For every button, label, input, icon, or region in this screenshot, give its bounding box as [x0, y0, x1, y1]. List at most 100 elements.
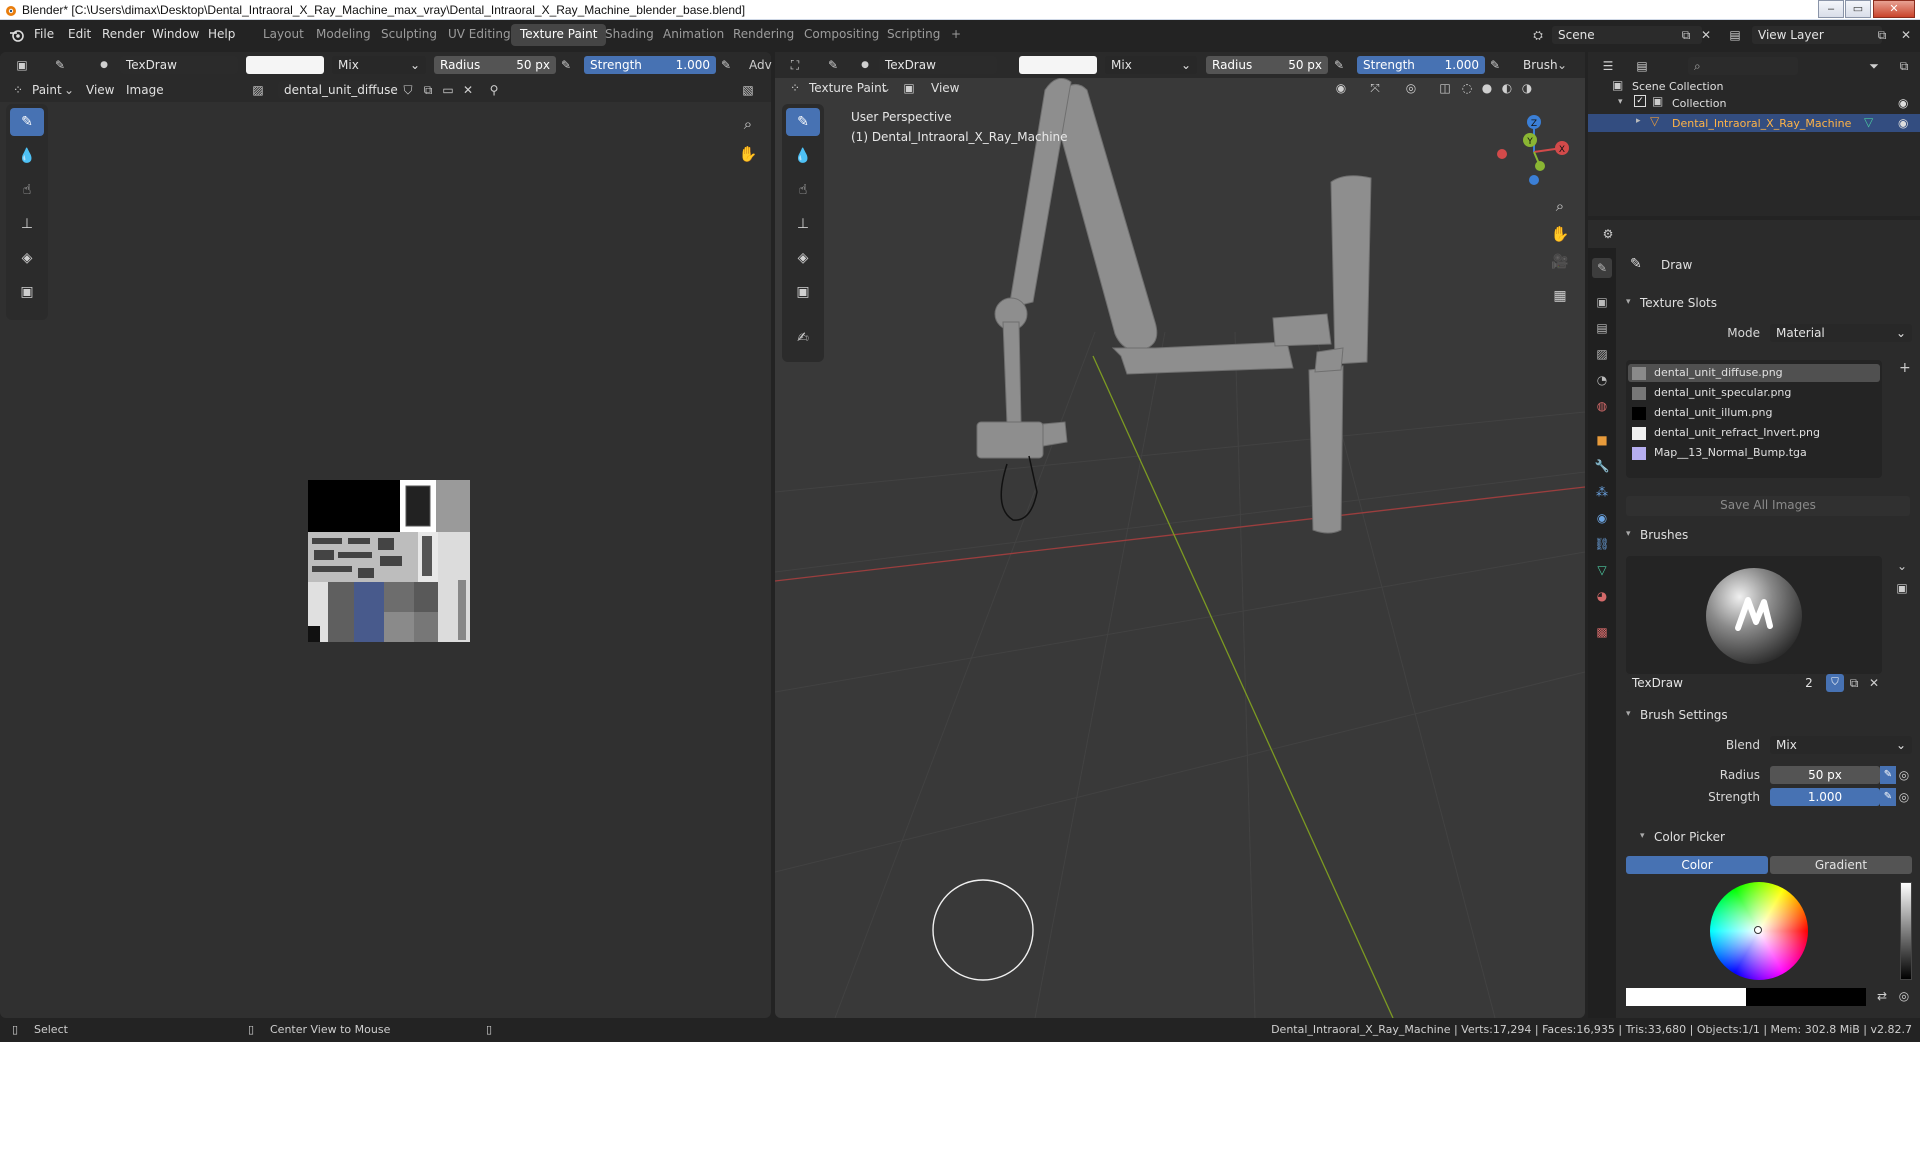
new-collection-icon[interactable]: ⧉ — [1894, 56, 1914, 76]
tab-world-icon[interactable]: ◍ — [1592, 396, 1612, 416]
color-wheel-cursor[interactable] — [1754, 926, 1762, 934]
tab-texture-paint[interactable]: Texture Paint — [511, 24, 607, 46]
properties-editor-icon[interactable]: ⚙ — [1598, 224, 1618, 244]
menu-view-3d[interactable]: View — [931, 81, 959, 95]
new-scene-icon[interactable]: ⧉ — [1676, 25, 1696, 45]
add-texture-slot-icon[interactable]: + — [1899, 360, 1911, 376]
menu-edit[interactable]: Edit — [68, 27, 91, 41]
tab-output-icon[interactable]: ▤ — [1592, 318, 1612, 338]
paint-mask-icon[interactable]: ▣ — [899, 78, 919, 98]
unlink-image-icon[interactable]: ✕ — [458, 80, 478, 100]
brushes-panel-header[interactable]: ▾ Brushes — [1622, 524, 1916, 548]
view-layer-selector[interactable]: View Layer — [1752, 26, 1882, 44]
texture-slot-item[interactable]: dental_unit_illum.png — [1628, 404, 1880, 422]
tab-layout[interactable]: Layout — [254, 24, 313, 46]
menu-render[interactable]: Render — [102, 27, 145, 41]
object-label[interactable]: Dental_Intraoral_X_Ray_Machine — [1672, 117, 1851, 130]
display-channels-icon[interactable]: ▧ — [738, 80, 758, 100]
scene-icon[interactable]: ⛭ — [1528, 25, 1548, 45]
mask-tool-icon[interactable]: ▣ — [10, 278, 44, 306]
brush-tool-icon[interactable]: ✎ — [50, 55, 70, 75]
texture-image-preview[interactable] — [308, 480, 470, 642]
maximize-button[interactable]: ▭ — [1845, 0, 1871, 18]
new-view-layer-icon[interactable]: ⧉ — [1872, 25, 1892, 45]
mode-dropdown[interactable]: Paint — [32, 83, 62, 97]
collection-checkbox[interactable]: ✓ — [1634, 95, 1646, 107]
tab-object-icon[interactable]: ■ — [1592, 430, 1612, 450]
image-browse-icon[interactable]: ▨ — [248, 80, 268, 100]
smear-3d-tool-icon[interactable]: ☝ — [786, 176, 820, 204]
radius-3d-slider[interactable]: Radius 50 px — [1206, 56, 1328, 74]
brush-image-icon[interactable]: ▣ — [1892, 578, 1912, 598]
xray-toggle-icon[interactable]: ◫ — [1435, 78, 1455, 98]
tab-shading[interactable]: Shading — [596, 24, 663, 46]
minimize-button[interactable]: – — [1818, 0, 1844, 18]
fake-user-icon[interactable]: ⛉ — [398, 80, 418, 100]
brush-color-swatch[interactable] — [246, 56, 324, 74]
tab-sculpting[interactable]: Sculpting — [372, 24, 446, 46]
color-picker-panel-header[interactable]: ▾ Color Picker — [1636, 826, 1920, 850]
save-all-images-button[interactable]: Save All Images — [1626, 496, 1910, 516]
tab-modifiers-icon[interactable]: 🔧 — [1592, 456, 1612, 476]
brush-settings-panel-header[interactable]: ▾ Brush Settings — [1622, 704, 1916, 728]
pan-3d-hand-icon[interactable]: ✋ — [1550, 224, 1570, 244]
strength-pressure-icon[interactable]: ✎ — [716, 55, 736, 75]
tab-tool-icon[interactable]: ✎ — [1592, 258, 1612, 278]
tab-animation[interactable]: Animation — [654, 24, 733, 46]
new-image-icon[interactable]: ⧉ — [418, 80, 438, 100]
menu-file[interactable]: File — [34, 27, 54, 41]
smear-tool-icon[interactable]: ☝ — [10, 176, 44, 204]
pin-icon[interactable]: ⚲ — [484, 80, 504, 100]
strength-3d-slider[interactable]: Strength 1.000 — [1357, 56, 1485, 74]
add-workspace-button[interactable]: + — [942, 24, 970, 46]
tab-scene-icon[interactable]: ◔ — [1592, 370, 1612, 390]
tab-rendering[interactable]: Rendering — [724, 24, 803, 46]
blend-3d-dropdown[interactable]: Mix ⌄ — [1105, 56, 1197, 74]
image-name-field[interactable]: dental_unit_diffuse.p... — [278, 81, 398, 99]
radius-3d-pressure-icon[interactable]: ✎ — [1329, 55, 1349, 75]
editor-type-3d-icon[interactable]: ⛶ — [785, 55, 805, 75]
display-mode-icon[interactable]: ▤ — [1632, 56, 1652, 76]
zoom-icon[interactable]: ⌕ — [738, 114, 758, 134]
navigation-gizmo[interactable]: Z X Y — [1494, 110, 1576, 192]
primary-secondary-color-swatch[interactable] — [1626, 988, 1866, 1006]
object-visibility-icon[interactable]: ◉ — [1331, 78, 1351, 98]
tab-texture-icon[interactable]: ▩ — [1592, 622, 1612, 642]
tab-uv-editing[interactable]: UV Editing — [439, 24, 520, 46]
advanced-menu[interactable]: Adv — [749, 58, 772, 72]
material-shading-icon[interactable]: ◐ — [1497, 78, 1517, 98]
scene-collection-label[interactable]: Scene Collection — [1632, 80, 1723, 93]
tab-constraints-icon[interactable]: ⛓ — [1592, 534, 1612, 554]
wireframe-shading-icon[interactable]: ◌ — [1457, 78, 1477, 98]
view-layer-icon[interactable]: ▤ — [1725, 25, 1745, 45]
tab-view-layer-icon[interactable]: ▨ — [1592, 344, 1612, 364]
open-image-icon[interactable]: ▭ — [438, 80, 458, 100]
brush-tool-3d-icon[interactable]: ✎ — [823, 55, 843, 75]
soften-tool-icon[interactable]: 💧 — [10, 142, 44, 170]
texture-slot-item[interactable]: dental_unit_specular.png — [1628, 384, 1880, 402]
brush-dot-icon[interactable]: ● — [94, 55, 114, 75]
brush-users-count[interactable]: 2 — [1792, 674, 1826, 692]
blend-dropdown[interactable]: Mix ⌄ — [332, 56, 426, 74]
rendered-shading-icon[interactable]: ◑ — [1517, 78, 1537, 98]
object-visibility-icon[interactable]: ◉ — [1898, 116, 1908, 130]
radius-pressure-icon[interactable]: ✎ — [556, 55, 576, 75]
radius-slider[interactable]: Radius 50 px — [434, 56, 556, 74]
perspective-toggle-icon[interactable]: ▦ — [1550, 286, 1570, 306]
tab-material-icon[interactable]: ◕ — [1592, 586, 1612, 606]
texture-slot-item[interactable]: dental_unit_diffuse.png — [1628, 364, 1880, 382]
texture-slots-panel-header[interactable]: ▾ Texture Slots — [1622, 292, 1916, 316]
brush-strength-slider[interactable]: 1.000 — [1770, 788, 1880, 806]
gradient-tab[interactable]: Gradient — [1770, 856, 1912, 874]
camera-view-icon[interactable]: 🎥 — [1550, 252, 1570, 272]
brush-blend-dropdown[interactable]: Mix ⌄ — [1770, 736, 1912, 754]
viewport-3d[interactable] — [775, 52, 1585, 1018]
texture-slot-mode-dropdown[interactable]: Material ⌄ — [1770, 324, 1912, 342]
tab-scripting[interactable]: Scripting — [878, 24, 949, 46]
collection-expand-icon[interactable]: ▾ — [1618, 97, 1623, 107]
brush-name-3d-field[interactable]: TexDraw — [879, 56, 997, 74]
brush-name-props-field[interactable]: TexDraw — [1626, 674, 1790, 692]
outliner-search-input[interactable]: ⌕ — [1688, 57, 1798, 75]
mode-3d-dropdown[interactable]: Texture Paint — [809, 81, 886, 95]
texture-paint-mode-icon[interactable]: ⁘ — [785, 78, 805, 98]
